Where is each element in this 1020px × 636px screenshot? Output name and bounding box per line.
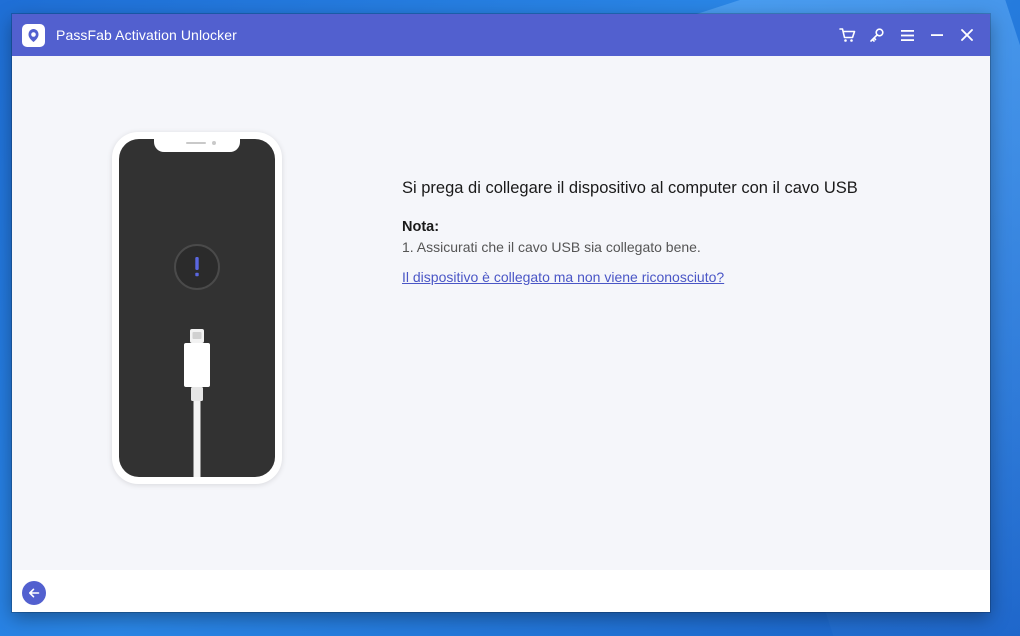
close-icon: [961, 29, 973, 41]
menu-icon: [900, 29, 914, 41]
cart-button[interactable]: [832, 20, 862, 50]
key-icon: [870, 28, 884, 42]
register-key-button[interactable]: [862, 20, 892, 50]
menu-button[interactable]: [892, 20, 922, 50]
bottom-bar: [12, 570, 990, 612]
exclamation-icon: [174, 244, 220, 290]
phone-camera: [212, 141, 216, 145]
instructions-panel: Si prega di collegare il dispositivo al …: [402, 179, 962, 287]
app-title: PassFab Activation Unlocker: [56, 27, 237, 43]
desktop-background: PassFab Activation Unlocker Si prega di …: [0, 0, 1020, 636]
device-not-recognized-link[interactable]: Il dispositivo è collegato ma non viene …: [402, 269, 724, 285]
phone-screen: [119, 139, 275, 477]
back-button[interactable]: [22, 581, 46, 605]
note-label: Nota:: [402, 219, 440, 235]
phone-illustration: [112, 132, 282, 484]
phone-speaker: [186, 142, 206, 144]
note-item: 1. Assicurati che il cavo USB sia colleg…: [402, 239, 701, 255]
main-content: Si prega di collegare il dispositivo al …: [12, 56, 990, 570]
phone-notch: [154, 139, 240, 152]
minimize-icon: [931, 34, 943, 36]
title-bar: PassFab Activation Unlocker: [12, 14, 990, 56]
minimize-button[interactable]: [922, 20, 952, 50]
close-button[interactable]: [952, 20, 982, 50]
title-controls: [832, 14, 982, 56]
usb-cable-icon: [184, 329, 210, 477]
back-arrow-icon: [29, 588, 40, 598]
app-window: PassFab Activation Unlocker Si prega di …: [12, 14, 990, 612]
instruction-title: Si prega di collegare il dispositivo al …: [402, 179, 858, 197]
app-logo-icon: [22, 23, 45, 47]
cart-icon: [838, 28, 855, 42]
